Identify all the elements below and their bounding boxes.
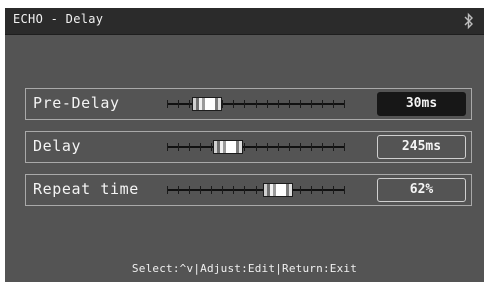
slider-tick: [322, 186, 323, 194]
bluetooth-icon: [464, 12, 474, 30]
slider-tick: [322, 100, 323, 108]
slider-tick: [244, 100, 245, 108]
param-row-pre-delay[interactable]: Pre-Delay 30ms: [25, 88, 472, 120]
param-label-delay: Delay: [33, 137, 82, 155]
slider-tick: [189, 100, 190, 108]
slider-tick: [344, 186, 345, 194]
slider-thumb[interactable]: [263, 183, 293, 197]
slider-tick: [233, 186, 234, 194]
slider-tick: [167, 100, 168, 108]
pre-delay-slider[interactable]: [167, 97, 345, 111]
slider-tick: [167, 143, 168, 151]
slider-tick: [322, 143, 323, 151]
slider-tick: [311, 186, 312, 194]
slider-tick: [200, 143, 201, 151]
slider-tick: [222, 100, 223, 108]
slider-tick: [233, 100, 234, 108]
slider-tick: [344, 143, 345, 151]
slider-tick: [222, 186, 223, 194]
param-row-delay[interactable]: Delay 245ms: [25, 131, 472, 163]
slider-thumb[interactable]: [213, 140, 243, 154]
slider-thumb[interactable]: [192, 97, 222, 111]
delay-slider[interactable]: [167, 140, 345, 154]
slider-tick: [289, 143, 290, 151]
slider-tick: [189, 143, 190, 151]
slider-tick: [300, 143, 301, 151]
slider-tick: [178, 100, 179, 108]
slider-tick: [256, 186, 257, 194]
param-label-repeat-time: Repeat time: [33, 180, 139, 198]
slider-tick: [267, 100, 268, 108]
repeat-time-value[interactable]: 62%: [377, 178, 466, 202]
slider-tick: [333, 143, 334, 151]
param-label-pre-delay: Pre-Delay: [33, 94, 120, 112]
slider-tick: [311, 143, 312, 151]
delay-value[interactable]: 245ms: [377, 135, 466, 159]
device-screen: ECHO - Delay Pre-Delay 30ms Delay 245ms …: [5, 8, 484, 282]
param-row-repeat-time[interactable]: Repeat time 62%: [25, 174, 472, 206]
slider-tick: [278, 100, 279, 108]
title-bar: ECHO - Delay: [5, 8, 484, 35]
slider-tick: [244, 186, 245, 194]
slider-tick: [344, 100, 345, 108]
slider-tick: [300, 100, 301, 108]
slider-tick: [178, 186, 179, 194]
slider-tick: [311, 100, 312, 108]
slider-tick: [333, 186, 334, 194]
slider-tick: [289, 100, 290, 108]
slider-tick: [211, 143, 212, 151]
slider-tick: [211, 186, 212, 194]
slider-tick: [267, 143, 268, 151]
slider-tick: [200, 186, 201, 194]
slider-tick: [333, 100, 334, 108]
slider-tick: [256, 100, 257, 108]
slider-tick: [178, 143, 179, 151]
pre-delay-value[interactable]: 30ms: [377, 92, 466, 116]
repeat-time-slider[interactable]: [167, 183, 345, 197]
slider-tick: [189, 186, 190, 194]
slider-tick: [300, 186, 301, 194]
slider-tick: [256, 143, 257, 151]
screen-title: ECHO - Delay: [13, 12, 104, 26]
footer-hint: Select:^v|Adjust:Edit|Return:Exit: [131, 262, 358, 275]
slider-tick: [278, 143, 279, 151]
slider-tick: [167, 186, 168, 194]
slider-tick: [244, 143, 245, 151]
